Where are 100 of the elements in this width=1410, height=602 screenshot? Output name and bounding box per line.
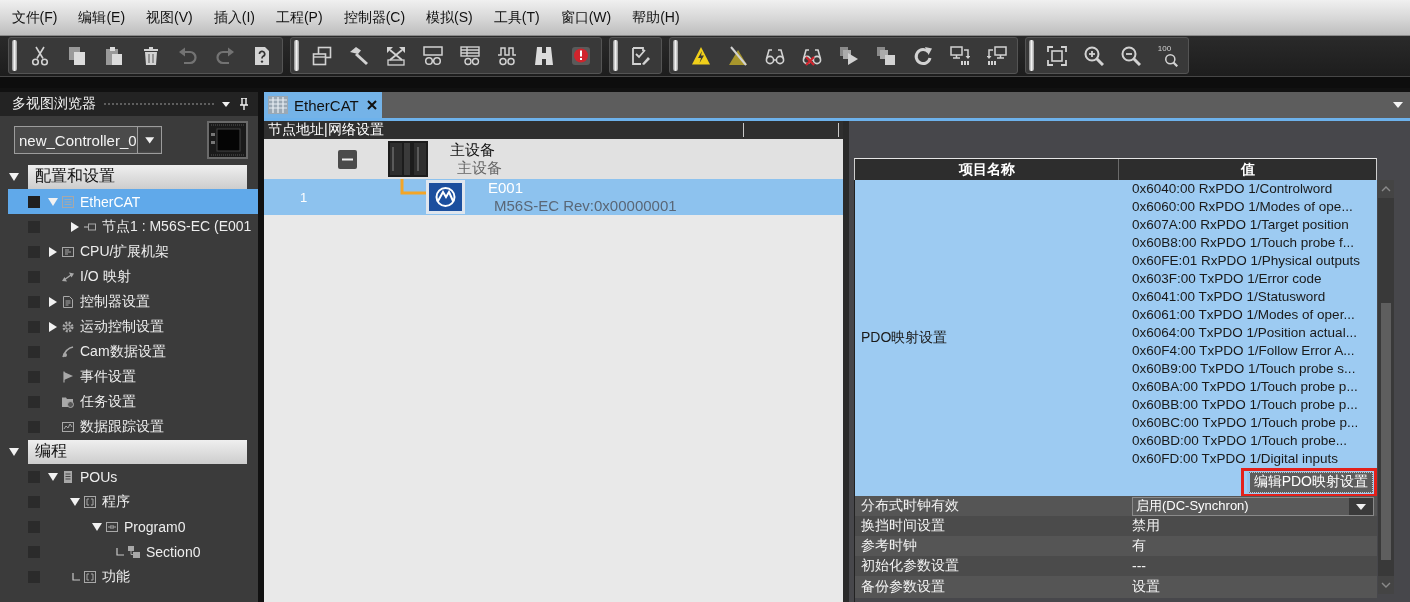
pin-icon[interactable]: [240, 98, 248, 110]
device-subtitle: M56S-EC Rev:0x00000001: [493, 197, 677, 215]
pdo-mapping-entry: 0x60F4:00 TxPDO 1/Follow Error A...: [1132, 342, 1355, 360]
property-row[interactable]: 备份参数设置 设置: [855, 576, 1377, 598]
curve-icon: [62, 345, 74, 358]
pdo-mapping-entry: 0x60BC:00 TxPDO 1/Touch probe p...: [1132, 414, 1359, 432]
menu-item[interactable]: 模拟(S): [415, 6, 484, 29]
tree-item[interactable]: Program0: [8, 514, 258, 539]
dropdown-arrow-icon[interactable]: [1393, 102, 1403, 108]
redo-icon: [214, 45, 235, 66]
edit-pdo-button[interactable]: 编辑PDO映射设置: [1246, 471, 1373, 493]
column-header: 项目名称: [958, 160, 1015, 179]
panel-title: 多视图浏览器: [12, 95, 96, 113]
crossed-arrows-icon: [385, 45, 406, 66]
tree-item[interactable]: I/O 映射: [8, 264, 258, 289]
rack-icon: [62, 245, 74, 258]
folder-clock-icon: [62, 395, 74, 408]
drag-handle[interactable]: [294, 40, 299, 71]
tree-item[interactable]: 数据跟踪设置: [8, 414, 258, 439]
property-value: 有: [1132, 537, 1146, 555]
wave-glasses-icon: [496, 45, 517, 66]
frame-icon: [84, 570, 96, 583]
menu-item[interactable]: 帮助(H): [621, 6, 691, 29]
connector-line: [398, 179, 426, 196]
hammer-icon: [348, 45, 369, 66]
node-address: 1: [300, 190, 308, 205]
pdo-mapping-entry: 0x60BB:00 TxPDO 1/Touch probe p...: [1132, 396, 1358, 414]
menu-item[interactable]: 插入(I): [203, 6, 266, 29]
controller-dropdown[interactable]: new_Controller_0: [14, 126, 162, 154]
drag-handle[interactable]: [673, 40, 678, 71]
tree-item[interactable]: 事件设置: [8, 364, 258, 389]
tree-item[interactable]: 控制器设置: [8, 289, 258, 314]
scroll-up-icon[interactable]: [1378, 180, 1394, 198]
section-header[interactable]: 配置和设置: [28, 164, 247, 189]
caret-right-icon[interactable]: [48, 296, 58, 307]
menu-item[interactable]: 窗口(W): [550, 6, 622, 29]
scroll-down-icon[interactable]: [1378, 576, 1394, 594]
pdo-mapping-entry: 0x6061:00 TxPDO 1/Modes of oper...: [1132, 306, 1355, 324]
caret-right-icon[interactable]: [48, 321, 58, 332]
tree-item[interactable]: 运动控制设置: [8, 314, 258, 339]
monitor-arrow-icon: [949, 45, 970, 66]
chart-icon: [62, 420, 74, 433]
menu-item[interactable]: 编辑(E): [67, 6, 136, 29]
caret-down-icon[interactable]: [48, 471, 58, 482]
column-header: 值: [1240, 160, 1255, 179]
tree-item[interactable]: POUs: [8, 464, 258, 489]
device-name: 主设备: [450, 141, 495, 159]
pdo-mapping-entry: 0x60BA:00 TxPDO 1/Touch probe p...: [1132, 378, 1358, 396]
tree-branch-icon: [72, 572, 80, 581]
tab[interactable]: EtherCAT: [264, 92, 382, 118]
tree-branch-icon: [116, 547, 124, 556]
blocks-icon: [128, 545, 140, 558]
tree-item[interactable]: CPU/扩展机架: [8, 239, 258, 264]
caret-down-icon[interactable]: [9, 446, 19, 457]
menu-item[interactable]: 视图(V): [135, 6, 204, 29]
property-row[interactable]: [855, 180, 1377, 496]
scrollbar-track[interactable]: [1378, 180, 1394, 594]
dropdown-arrow-icon[interactable]: [136, 127, 161, 153]
magnifier-icon: [1163, 53, 1178, 67]
drag-handle[interactable]: [613, 40, 618, 71]
property-row[interactable]: 分布式时钟有效 启用(DC-Synchron): [855, 496, 1377, 516]
close-icon[interactable]: [366, 100, 377, 110]
tree-item[interactable]: 节点1 : M56S-EC (E001: [8, 214, 258, 239]
tree-item[interactable]: 功能: [8, 564, 258, 589]
device-subtitle: 主设备: [456, 159, 502, 177]
pdo-mapping-entry: 0x60FE:01 RxPDO 1/Physical outputs: [1132, 252, 1361, 270]
menu-item[interactable]: 工具(T): [483, 6, 551, 29]
warning-icon: [690, 45, 711, 66]
caret-down-icon[interactable]: [9, 171, 19, 182]
zoom-reset-button[interactable]: 100: [1149, 38, 1186, 73]
tree-item[interactable]: Cam数据设置: [8, 339, 258, 364]
tree-item[interactable]: 任务设置: [8, 389, 258, 414]
dropdown[interactable]: 启用(DC-Synchron): [1132, 496, 1374, 516]
caret-right-icon[interactable]: [70, 221, 80, 232]
tree-item[interactable]: Section0: [8, 539, 258, 564]
tree-item[interactable]: 程序: [8, 489, 258, 514]
minus-box-icon[interactable]: [338, 149, 357, 169]
caret-down-icon[interactable]: [92, 521, 102, 532]
pdo-mapping-entry: 0x6064:00 TxPDO 1/Position actual...: [1132, 324, 1357, 342]
caret-down-icon[interactable]: [70, 496, 80, 507]
scrollbar-thumb[interactable]: [1381, 303, 1391, 560]
monitor-arrow-icon: [986, 45, 1007, 66]
menu-item[interactable]: 文件(F): [1, 6, 68, 29]
property-row[interactable]: 初始化参数设置 ---: [855, 556, 1377, 576]
page-pencil-icon: [630, 45, 651, 66]
caret-right-icon[interactable]: [48, 246, 58, 257]
refresh-icon: [912, 45, 933, 66]
drag-handle[interactable]: [12, 40, 17, 71]
alert-icon: [570, 45, 591, 66]
pages-stop-icon: [875, 45, 896, 66]
section-header[interactable]: 编程: [28, 439, 247, 464]
master-device-row[interactable]: 主设备 主设备: [264, 139, 843, 179]
property-row[interactable]: 换挡时间设置 禁用: [855, 516, 1377, 536]
plc-device-icon[interactable]: [207, 121, 248, 159]
property-row[interactable]: 参考时钟 有: [855, 536, 1377, 556]
drag-handle[interactable]: [1029, 40, 1034, 71]
menu-item[interactable]: 工程(P): [265, 6, 334, 29]
dropdown-arrow-icon[interactable]: [222, 101, 230, 107]
document-icon: [62, 295, 74, 308]
menu-item[interactable]: 控制器(C): [333, 6, 416, 29]
